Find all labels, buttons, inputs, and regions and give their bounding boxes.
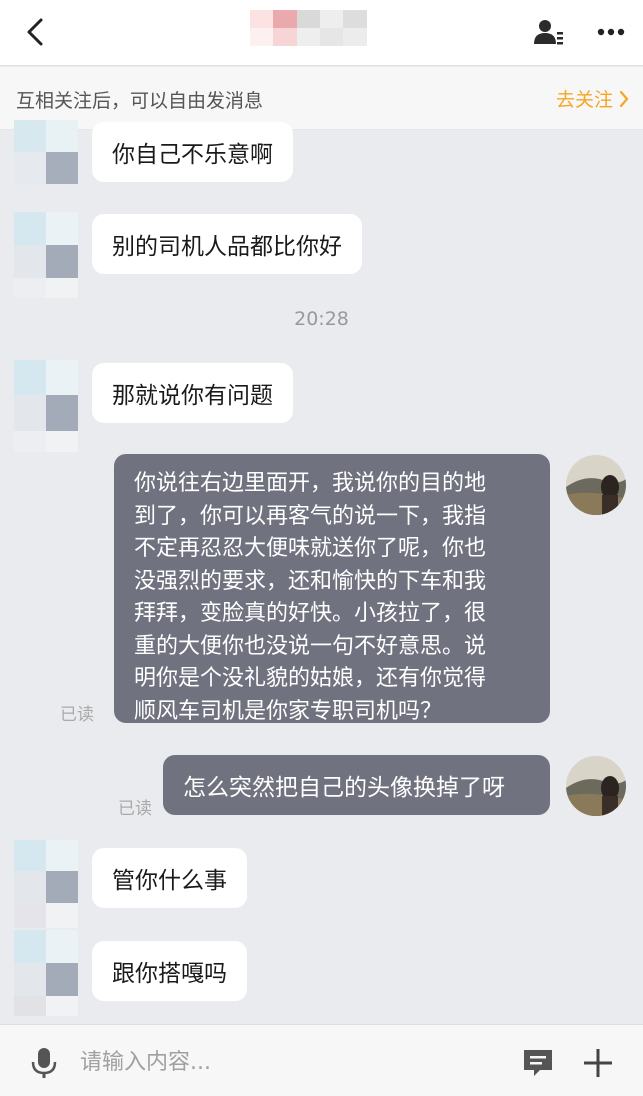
microphone-icon: [31, 1048, 57, 1078]
chat-header: [0, 0, 643, 66]
add-attachment-button[interactable]: [580, 1045, 616, 1081]
voice-input-button[interactable]: [30, 1047, 58, 1079]
more-options-button[interactable]: [593, 16, 629, 48]
message-line: 到了，你可以再客气的说一下，我指: [134, 503, 487, 529]
contact-profile-button[interactable]: [533, 16, 565, 48]
message-bubble-incoming[interactable]: 你自己不乐意啊: [92, 122, 293, 182]
message-bubble-incoming[interactable]: 跟你搭嘎吗: [92, 941, 247, 1001]
follow-notice-text: 互相关注后，可以自由发消息: [16, 90, 264, 112]
message-text: 那就说你有问题: [112, 383, 273, 409]
message-line: 顺风车司机是你家专职司机吗？: [134, 698, 443, 724]
follow-button-label: 去关注: [555, 89, 613, 111]
contact-avatar[interactable]: [14, 120, 78, 184]
follow-button[interactable]: 去关注: [556, 85, 629, 112]
follow-notice-bar: 互相关注后，可以自由发消息 去关注: [0, 67, 643, 130]
message-text: 管你什么事: [112, 868, 227, 894]
message-bubble-outgoing[interactable]: 你说往右边里面开，我说你的目的地 到了，你可以再客气的说一下，我指 不定再忍忍大…: [114, 454, 550, 724]
contact-avatar[interactable]: [14, 360, 78, 452]
chevron-left-icon: [27, 18, 43, 46]
contact-name-pixelated: [250, 10, 390, 46]
message-line: 明你是个没礼貌的姑娘，还有你觉得: [134, 666, 487, 691]
message-bubble-outgoing[interactable]: 怎么突然把自己的头像换掉了呀: [163, 755, 550, 815]
message-text: 怎么突然把自己的头像换掉了呀: [183, 775, 505, 801]
message-square-icon: [524, 1050, 552, 1076]
message-bubble-incoming[interactable]: 那就说你有问题: [92, 363, 293, 423]
quick-reply-button[interactable]: [522, 1047, 554, 1079]
message-line: 不定再忍忍大便味就送你了呢，你也: [134, 536, 487, 561]
message-line: 没强烈的要求，还和愉快的下车和我: [134, 568, 487, 594]
read-status: 已读: [60, 705, 94, 725]
message-input[interactable]: [80, 1043, 500, 1081]
message-line: 重的大便你也没说一句不好意思。说: [134, 633, 487, 659]
message-text: 你自己不乐意啊: [112, 142, 273, 168]
message-input-bar: [0, 1024, 643, 1096]
message-text: 别的司机人品都比你好: [112, 234, 342, 260]
contact-avatar[interactable]: [14, 840, 78, 928]
user-profile-icon: [534, 20, 563, 45]
my-avatar[interactable]: [566, 756, 626, 816]
back-button[interactable]: [20, 14, 50, 50]
plus-icon: [584, 1049, 612, 1077]
message-bubble-incoming[interactable]: 别的司机人品都比你好: [92, 214, 362, 274]
more-dots-icon: [597, 28, 625, 36]
message-line: 拜拜，变脸真的好快。小孩拉了，很: [134, 601, 487, 626]
chevron-right-icon: [619, 90, 629, 107]
my-avatar[interactable]: [566, 455, 626, 515]
contact-avatar[interactable]: [14, 212, 78, 298]
read-status: 已读: [118, 799, 152, 819]
message-text: 跟你搭嘎吗: [112, 961, 227, 987]
message-bubble-incoming[interactable]: 管你什么事: [92, 848, 247, 908]
message-timestamp: 20:28: [294, 308, 349, 330]
contact-avatar[interactable]: [14, 930, 78, 1016]
message-line: 你说往右边里面开，我说你的目的地: [134, 471, 487, 496]
